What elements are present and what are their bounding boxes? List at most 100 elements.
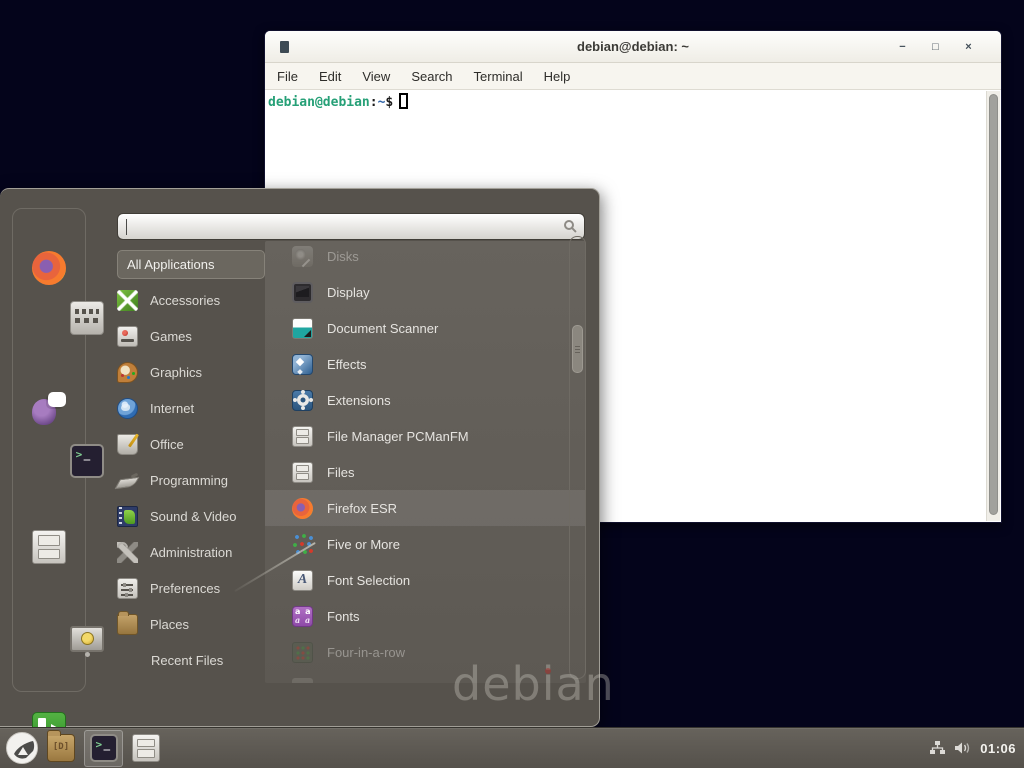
category-label: Internet [150, 401, 194, 416]
minimize-button[interactable]: − [886, 31, 919, 63]
menu-help[interactable]: Help [544, 69, 571, 84]
app-label: Fonts [327, 609, 360, 624]
category-recent-files[interactable]: Recent Files [117, 642, 265, 678]
app-label: Display [327, 285, 370, 300]
close-button[interactable]: × [952, 31, 985, 63]
terminal-menubar: File Edit View Search Terminal Help [265, 63, 1001, 90]
search-icon [564, 220, 574, 230]
prompt-colon: : [370, 95, 378, 110]
file-manager-launcher[interactable] [47, 734, 75, 762]
app-label: Files [327, 465, 354, 480]
window-controls: − □ × [886, 31, 985, 62]
font-selection-icon [292, 570, 313, 591]
prompt-user-host: debian@debian [268, 95, 370, 110]
office-icon [117, 434, 138, 455]
app-item-extensions[interactable]: Extensions [265, 382, 586, 418]
app-label: Firefox ESR [327, 501, 397, 516]
disks-icon [292, 246, 313, 267]
category-preferences[interactable]: Preferences [117, 570, 265, 606]
category-label: Places [150, 617, 189, 632]
clock[interactable]: 01:06 [980, 741, 1016, 756]
taskbar: 01:06 [0, 727, 1024, 768]
category-games[interactable]: Games [117, 318, 265, 354]
app-list-scrollbar[interactable] [569, 236, 586, 679]
software-icon[interactable] [70, 301, 104, 335]
menu-button[interactable] [6, 732, 38, 764]
files-launcher[interactable] [132, 734, 160, 762]
app-item-fonts[interactable]: Fonts [265, 598, 586, 634]
app-label: File Manager PCManFM [327, 429, 469, 444]
category-label: All Applications [127, 257, 214, 272]
category-programming[interactable]: Programming [117, 462, 265, 498]
search-input[interactable] [117, 213, 585, 240]
volume-icon[interactable] [954, 740, 972, 756]
four-in-a-row-icon [292, 642, 313, 663]
file-manager-icon[interactable] [32, 530, 66, 564]
desktop: { "terminal": { "title": "debian@debian:… [0, 0, 1024, 768]
app-item-display[interactable]: Display [265, 274, 586, 310]
menu-file[interactable]: File [277, 69, 298, 84]
category-label: Office [150, 437, 184, 452]
app-item-effects[interactable]: Effects [265, 346, 586, 382]
internet-globe-icon [117, 398, 138, 419]
network-icon[interactable] [929, 740, 946, 756]
app-item-font-selection[interactable]: Font Selection [265, 562, 586, 598]
category-places[interactable]: Places [117, 606, 265, 642]
favorites-sidebar [12, 208, 86, 692]
terminal-window-button[interactable] [84, 730, 123, 767]
graphics-icon [117, 362, 138, 383]
category-accessories[interactable]: Accessories [117, 282, 265, 318]
file-cabinet-icon [292, 462, 313, 483]
terminal-titlebar[interactable]: debian@debian: ~ − □ × [265, 31, 1001, 63]
app-item-firefox-esr[interactable]: Firefox ESR [265, 490, 586, 526]
taskbar-launchers [6, 728, 160, 768]
firefox-icon[interactable] [32, 251, 66, 285]
lock-screen-icon[interactable] [70, 624, 104, 658]
document-scanner-icon [292, 318, 313, 339]
terminal-cursor [399, 93, 408, 109]
terminal-scrollbar-thumb[interactable] [989, 94, 998, 515]
category-sound-video[interactable]: Sound & Video [117, 498, 265, 534]
maximize-button[interactable]: □ [919, 31, 952, 63]
places-folder-icon [117, 614, 138, 635]
spacer [117, 649, 139, 671]
app-item-gdebi[interactable]: GDebi Package Installer [265, 670, 586, 683]
category-administration[interactable]: Administration [117, 534, 265, 570]
app-item-disks[interactable]: Disks [265, 241, 586, 274]
app-item-file-manager-pcmanfm[interactable]: File Manager PCManFM [265, 418, 586, 454]
app-label: Disks [327, 249, 359, 264]
menu-edit[interactable]: Edit [319, 69, 341, 84]
taskbar-tray: 01:06 [929, 728, 1016, 768]
extensions-gear-icon [292, 390, 313, 411]
category-office[interactable]: Office [117, 426, 265, 462]
pidgin-icon[interactable] [32, 391, 66, 425]
terminal-icon[interactable] [70, 444, 104, 478]
app-label: Document Scanner [327, 321, 438, 336]
category-label: Accessories [150, 293, 220, 308]
category-list: All Applications Accessories Games Graph… [117, 250, 265, 678]
application-list: Disks Display Document Scanner Effects E… [265, 241, 586, 683]
menu-view[interactable]: View [362, 69, 390, 84]
app-label: GDebi Package Installer [327, 681, 467, 684]
app-item-four-in-a-row[interactable]: Four-in-a-row [265, 634, 586, 670]
application-menu: All Applications Accessories Games Graph… [0, 188, 600, 727]
category-all-applications[interactable]: All Applications [117, 250, 265, 279]
app-label: Effects [327, 357, 367, 372]
menu-orb-glyph [7, 733, 38, 764]
file-cabinet-icon [292, 426, 313, 447]
programming-icon [117, 470, 138, 491]
app-item-files[interactable]: Files [265, 454, 586, 490]
prompt-symbol: $ [385, 95, 393, 110]
terminal-scrollbar[interactable] [986, 91, 1000, 521]
preferences-icon [117, 578, 138, 599]
menu-terminal[interactable]: Terminal [474, 69, 523, 84]
category-internet[interactable]: Internet [117, 390, 265, 426]
category-label: Recent Files [151, 653, 223, 668]
app-item-document-scanner[interactable]: Document Scanner [265, 310, 586, 346]
text-caret [126, 219, 127, 235]
app-list-scrollbar-thumb[interactable] [572, 325, 583, 373]
category-graphics[interactable]: Graphics [117, 354, 265, 390]
menu-search[interactable]: Search [411, 69, 452, 84]
firefox-icon [292, 498, 313, 519]
category-label: Administration [150, 545, 232, 560]
